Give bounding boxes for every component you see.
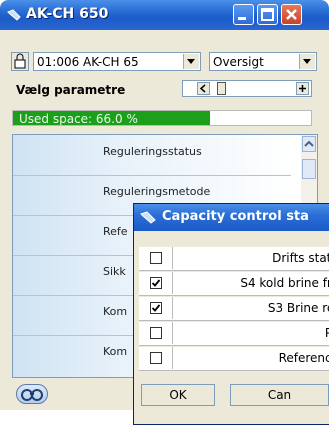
dialog-title-bar[interactable]: Capacity control sta [134,204,329,231]
binoculars-icon [21,389,43,401]
row-label: Po [324,326,329,340]
list-item[interactable]: Kom [103,345,127,358]
minimize-button[interactable] [233,4,254,25]
row-checkbox[interactable] [150,252,162,264]
lock-button[interactable] [11,52,29,74]
app-icon [7,9,21,21]
lock-icon [11,52,29,71]
check-icon [151,304,161,312]
list-item[interactable]: Refe [103,225,128,238]
window-title: AK-CH 650 [26,6,109,22]
slider-right-button[interactable] [296,82,309,95]
row-label: Drifts statu [272,251,329,265]
list-item[interactable]: Kom [103,305,127,318]
zoom-slider[interactable] [182,80,312,97]
row-checkbox[interactable] [150,352,162,364]
view-select-value: Oversigt [213,55,264,69]
row-divider [13,175,291,176]
row-label: Reference [278,351,329,365]
checkbox-cell [139,347,173,369]
cancel-button[interactable]: Can [230,384,329,406]
used-space-bar: Used space: 66.0 % [12,110,312,126]
device-select[interactable]: 01:006 AK-CH 65 [33,52,201,71]
table-row[interactable]: S4 kold brine fre [139,272,329,296]
table-row[interactable]: S3 Brine ret [139,297,329,321]
ok-button[interactable]: OK [141,384,215,406]
table-row[interactable]: Po [139,322,329,346]
minimize-icon [238,17,246,20]
checkbox-cell [139,247,173,269]
maximize-button[interactable] [257,4,278,25]
device-select-value: 01:006 AK-CH 65 [37,55,139,69]
app-icon [140,211,156,224]
binoculars-button[interactable] [16,384,48,404]
dialog-table: Drifts statu S4 kold brine fre S3 Brine … [139,247,329,371]
dialog-title: Capacity control sta [162,209,309,224]
used-space-text: Used space: 66.0 % [19,112,138,126]
title-bar[interactable]: AK-CH 650 [0,0,329,30]
list-item[interactable]: Reguleringsmetode [103,185,210,198]
chevron-down-icon[interactable] [299,54,315,69]
list-item[interactable]: Sikk [103,265,126,278]
chevron-down-icon[interactable] [183,54,199,69]
close-button[interactable] [281,4,302,25]
checkbox-cell [139,272,173,294]
table-row[interactable]: Drifts statu [139,247,329,271]
parameter-label: Vælg parametre [16,83,126,97]
check-icon [151,279,161,287]
view-select[interactable]: Oversigt [209,52,317,71]
scroll-up-button[interactable] [302,136,316,152]
row-label: S3 Brine ret [267,301,329,315]
maximize-icon [261,8,274,21]
row-checkbox[interactable] [150,302,162,314]
slider-thumb[interactable] [217,82,226,95]
slider-left-button[interactable] [197,82,210,95]
chevron-up-icon [304,140,314,147]
row-checkbox[interactable] [150,327,162,339]
list-item[interactable]: Reguleringsstatus [103,145,202,158]
checkbox-cell [139,297,173,319]
row-checkbox[interactable] [150,277,162,289]
plus-icon [299,85,306,92]
table-row[interactable]: Reference [139,347,329,371]
row-label: S4 kold brine fre [240,276,329,290]
scroll-thumb[interactable] [302,159,316,179]
arrow-left-icon [199,84,206,93]
close-icon [286,9,297,20]
checkbox-cell [139,322,173,344]
